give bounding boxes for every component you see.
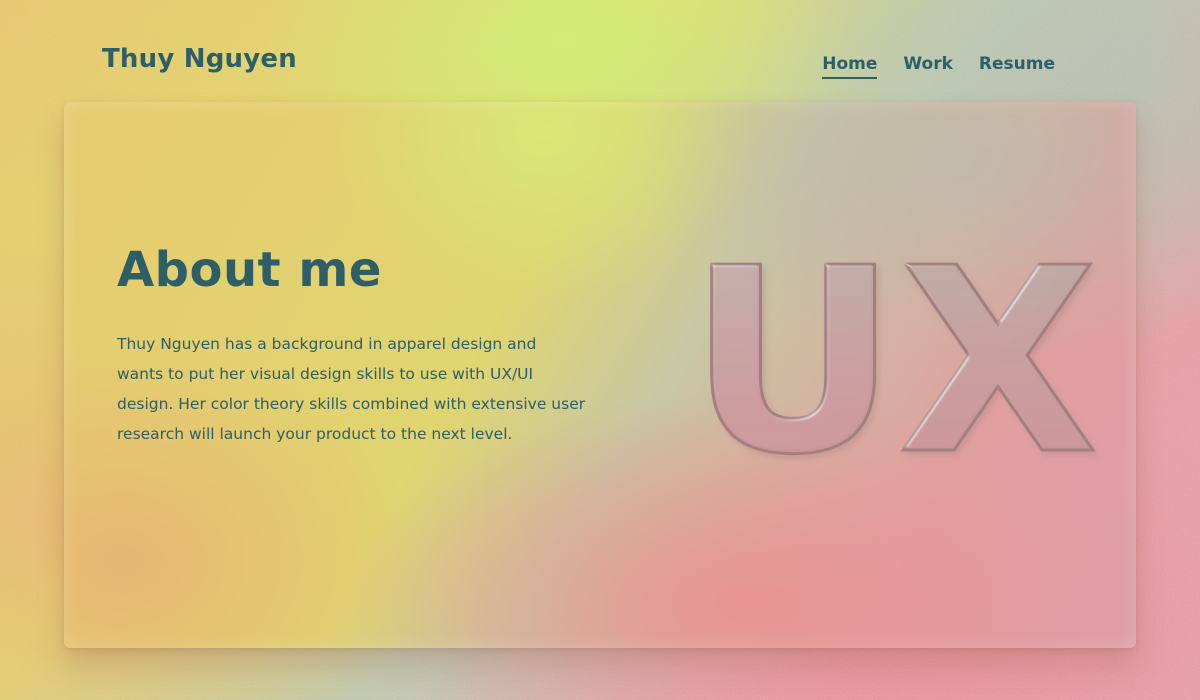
ux-embossed-graphic: UX (687, 242, 1100, 462)
nav-resume[interactable]: Resume (979, 54, 1055, 79)
site-header: Thuy Nguyen Home Work Resume (0, 0, 1200, 100)
about-card: About me Thuy Nguyen has a background in… (64, 102, 1136, 648)
about-title: About me (117, 242, 382, 298)
svg-text:UX: UX (688, 242, 1098, 462)
nav-work[interactable]: Work (903, 54, 953, 79)
nav-home[interactable]: Home (822, 54, 878, 79)
about-description: Thuy Nguyen has a background in apparel … (117, 335, 586, 443)
main-nav: Home Work Resume (822, 54, 1055, 79)
site-brand[interactable]: Thuy Nguyen (102, 44, 297, 74)
